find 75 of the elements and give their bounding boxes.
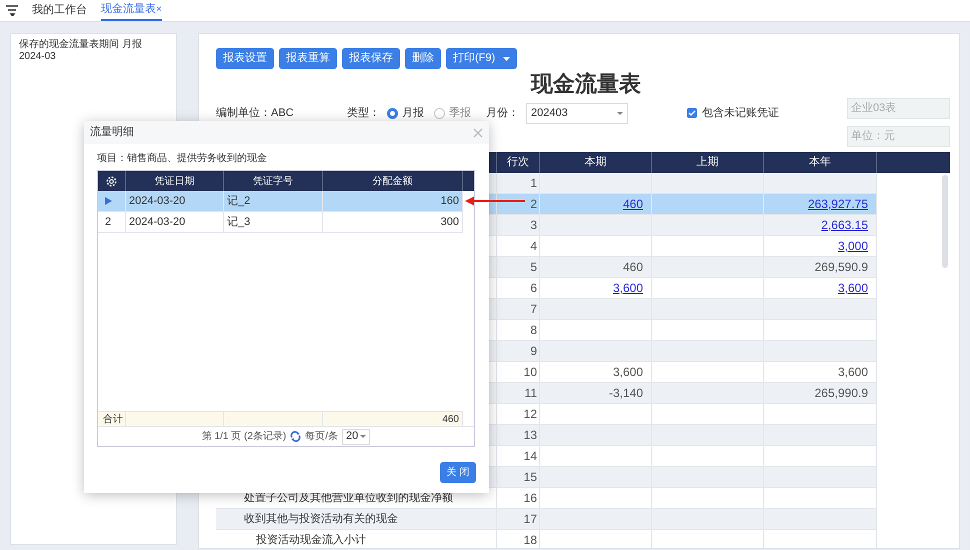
amount-text: 460: [622, 259, 643, 276]
line-number: 17: [524, 511, 537, 528]
line-number: 14: [524, 448, 537, 465]
month-label: 月份：: [486, 106, 520, 121]
close-button[interactable]: 关 闭: [440, 462, 476, 483]
toolbar-button[interactable]: 报表保存: [342, 48, 400, 69]
line-number: 7: [530, 301, 537, 318]
voucher-row[interactable]: 2 2024-03-20 记_3 300: [98, 212, 463, 233]
tab[interactable]: 现金流量表×: [101, 0, 162, 21]
caret-icon: [617, 112, 623, 114]
include-unposted-checkbox[interactable]: 包含未记账凭证: [687, 104, 779, 122]
filter-menu-icon[interactable]: [6, 5, 18, 16]
amount-link[interactable]: 3,000: [838, 237, 868, 255]
toolbar-button[interactable]: 报表重算: [279, 48, 337, 69]
line-number: 3: [530, 217, 537, 234]
line-number: 4: [530, 238, 537, 255]
saved-period-item[interactable]: 保存的现金流量表期间 月报 2024-03: [19, 39, 168, 63]
amount-link[interactable]: 3,600: [838, 279, 868, 297]
line-number: 9: [530, 343, 537, 360]
settings-icon[interactable]: [106, 176, 117, 186]
voucher-date: 2024-03-20: [129, 194, 186, 209]
line-number: 11: [524, 385, 537, 402]
line-number: 13: [524, 427, 537, 444]
check-icon: [688, 110, 696, 116]
table-row[interactable]: 收到其他与投资活动有关的现金 17: [216, 509, 877, 530]
line-number: 10: [524, 364, 537, 381]
item-name: 收到其他与投资活动有关的现金: [243, 512, 398, 527]
per-page-select[interactable]: 20: [342, 428, 370, 444]
voucher-number: 记_2: [227, 194, 250, 209]
item-caption: 项目：销售商品、提供劳务收到的现金: [97, 152, 268, 166]
toolbar-button[interactable]: 报表设置: [216, 48, 274, 69]
total-label: 合计: [103, 412, 123, 426]
per-page-label: 每页/条: [305, 430, 338, 444]
amount-text: 269,590.9: [814, 259, 868, 276]
month-select[interactable]: 202403: [526, 102, 628, 124]
current-row-icon: [105, 197, 112, 205]
report-title: 现金流量表: [531, 71, 641, 97]
line-number: 1: [530, 175, 537, 192]
voucher-date: 2024-03-20: [129, 214, 186, 230]
toolbar-button[interactable]: 打印(F9): [446, 48, 518, 69]
refresh-icon[interactable]: [290, 431, 302, 442]
dialog-title: 流量明细: [90, 124, 134, 140]
amount-link[interactable]: 263,927.75: [808, 195, 868, 213]
amount-link[interactable]: 3,600: [612, 279, 643, 297]
line-number: 12: [524, 406, 537, 423]
caret-icon: [360, 435, 366, 438]
line-number: 2: [530, 196, 537, 213]
row-number: 2: [105, 214, 112, 230]
tab[interactable]: 我的工作台: [32, 0, 87, 21]
line-number: 5: [530, 259, 537, 276]
amount-text: 300: [440, 214, 459, 230]
voucher-number: 记_3: [227, 214, 250, 230]
amount-text: -3,140: [608, 385, 643, 402]
caret-icon: [503, 56, 510, 60]
amount-text: 3,600: [612, 364, 643, 381]
total-amount: 460: [442, 412, 459, 426]
amount-text: 3,600: [838, 364, 868, 381]
line-number: 6: [530, 280, 537, 297]
company-label: 编制单位：ABC: [216, 106, 295, 121]
close-tab-button[interactable]: ×: [156, 2, 162, 17]
scrollbar[interactable]: [942, 175, 948, 268]
line-number: 18: [524, 532, 537, 548]
radio-option[interactable]: 季报: [434, 104, 471, 122]
line-number: 8: [530, 322, 537, 339]
amount-link[interactable]: 2,663.15: [821, 216, 868, 234]
line-number: 16: [524, 490, 537, 507]
voucher-row[interactable]: 2024-03-20 记_2 160: [98, 191, 463, 212]
type-label: 类型：: [347, 106, 381, 121]
line-number: 15: [524, 469, 537, 486]
amount-text: 265,990.9: [814, 385, 868, 402]
item-name: 投资活动现金流入小计: [255, 532, 366, 548]
toolbar-button[interactable]: 删除: [405, 48, 441, 69]
amount-text: 160: [440, 194, 459, 209]
arrow: [465, 196, 525, 206]
amount-link[interactable]: 460: [622, 195, 643, 213]
